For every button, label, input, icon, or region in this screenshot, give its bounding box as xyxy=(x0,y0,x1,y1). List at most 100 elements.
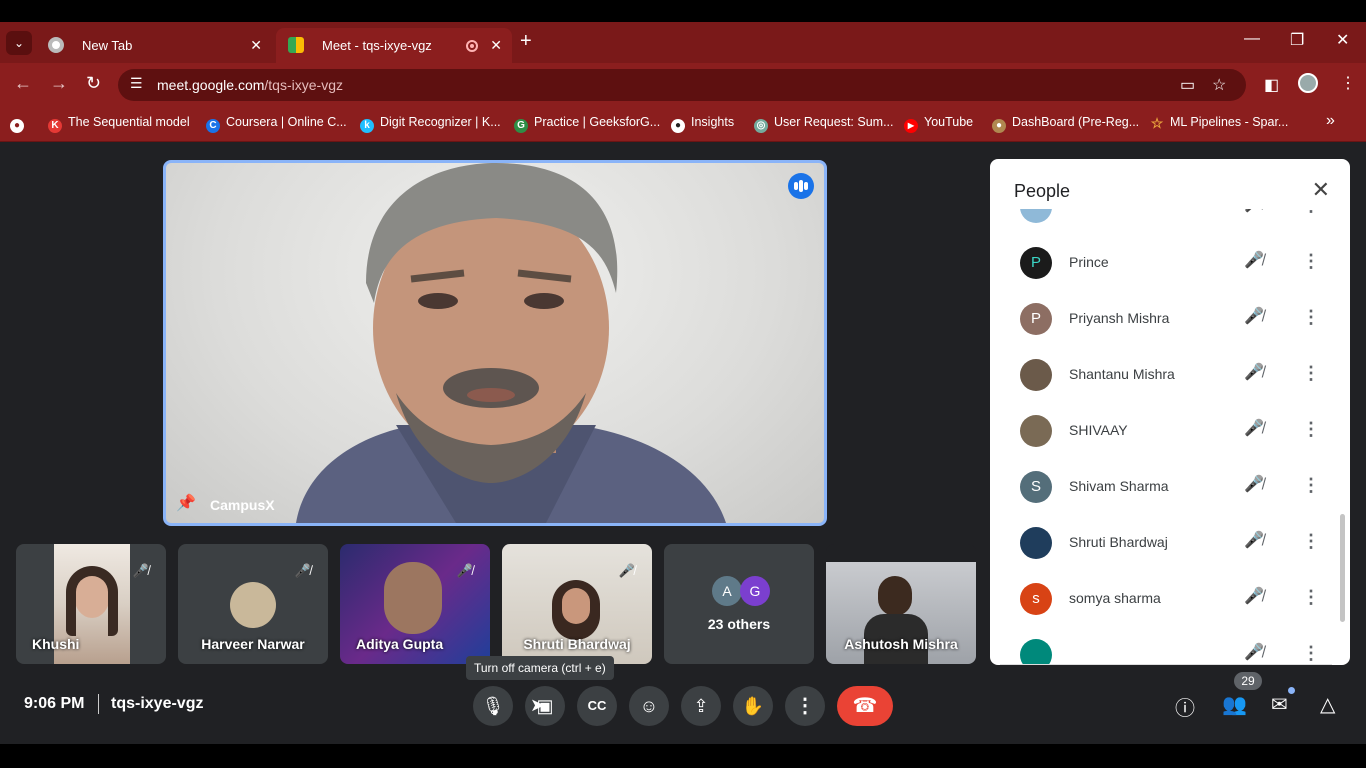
present-button[interactable]: ⇪ xyxy=(681,686,721,726)
bookmark-item[interactable]: ◎ User Request: Sum... xyxy=(754,115,894,133)
avatar xyxy=(1020,527,1052,559)
recording-indicator-icon xyxy=(466,40,478,52)
github-icon: ● xyxy=(671,119,685,133)
reload-button[interactable]: ↻ xyxy=(86,73,101,94)
participant-tile[interactable]: 🎤̸ Harveer Narwar xyxy=(178,544,328,664)
divider xyxy=(98,694,99,714)
list-item[interactable]: 🎤̸ ⋮ xyxy=(1000,627,1332,664)
bookmark-item[interactable]: ● Insights xyxy=(671,115,734,133)
mic-off-icon: 🎤̸ xyxy=(1244,532,1264,549)
bookmark-star-icon[interactable]: ☆ xyxy=(1212,75,1226,95)
list-item[interactable]: s somya sharma 🎤̸ ⋮ xyxy=(1000,571,1332,627)
tab-close-button[interactable]: ✕ xyxy=(490,28,502,63)
youtube-icon: ▶ xyxy=(904,119,918,133)
address-bar[interactable]: ☰ meet.google.com/tqs-ixye-vgz ▭ ☆ xyxy=(118,69,1246,101)
mic-off-icon: 🎤̸ xyxy=(1244,308,1264,325)
leave-call-button[interactable]: ☎ xyxy=(837,686,893,726)
more-options-icon[interactable]: ⋮ xyxy=(1302,587,1320,608)
others-tile[interactable]: A G 23 others xyxy=(664,544,814,664)
list-item[interactable]: S Shivam Sharma 🎤̸ ⋮ xyxy=(1000,459,1332,515)
avatar xyxy=(1020,639,1052,664)
list-item[interactable]: P Priyansh Mishra 🎤̸ ⋮ xyxy=(1000,291,1332,347)
more-options-button[interactable]: ⋮ xyxy=(785,686,825,726)
apps-icon[interactable]: ● xyxy=(10,115,30,133)
window-close-button[interactable]: ✕ xyxy=(1336,30,1349,50)
activities-button[interactable]: △ xyxy=(1320,692,1335,717)
mic-off-icon: 🎤̸ xyxy=(1244,644,1264,661)
browser-toolbar: ← → ↻ ☰ meet.google.com/tqs-ixye-vgz ▭ ☆… xyxy=(0,63,1366,107)
bookmark-item[interactable]: G Practice | GeeksforG... xyxy=(514,115,660,133)
reactions-button[interactable]: ☺ xyxy=(629,686,669,726)
chrome-icon xyxy=(48,37,64,53)
list-item[interactable]: Shruti Bhardwaj 🎤̸ ⋮ xyxy=(1000,515,1332,571)
tab-search-dropdown[interactable]: ⌄ xyxy=(6,31,32,55)
menu-kebab-icon[interactable]: ⋮ xyxy=(1340,73,1356,93)
participant-name: Shruti Bhardwaj xyxy=(523,636,631,652)
emoji-icon: ☺ xyxy=(639,696,659,716)
participant-name: Harveer Narwar xyxy=(201,636,305,652)
more-options-icon[interactable]: ⋮ xyxy=(1302,531,1320,552)
pin-icon[interactable]: 📌 xyxy=(176,493,196,513)
tab-meet[interactable]: Meet - tqs-ixye-vgz ✕ xyxy=(276,28,512,63)
mic-muted-icon: 🎤̸ xyxy=(294,563,312,578)
participant-tile[interactable]: 🎤̸ Khushi xyxy=(16,544,166,664)
camera-in-use-icon[interactable]: ▭ xyxy=(1180,75,1195,95)
list-item[interactable]: P Prince 🎤̸ ⋮ xyxy=(1000,235,1332,291)
more-options-icon[interactable]: ⋮ xyxy=(1302,643,1320,664)
mouse-cursor-icon: ➤ xyxy=(530,695,546,715)
list-item[interactable]: Shantanu Mishra 🎤̸ ⋮ xyxy=(1000,347,1332,403)
more-options-icon[interactable]: ⋮ xyxy=(1302,251,1320,272)
tab-new-tab[interactable]: New Tab ✕ xyxy=(36,28,272,63)
new-tab-button[interactable]: + xyxy=(520,30,532,53)
people-icon: 👥 xyxy=(1222,694,1247,716)
bookmark-item[interactable]: K The Sequential model xyxy=(48,115,190,133)
more-options-icon[interactable]: ⋮ xyxy=(1302,419,1320,440)
bookmarks-overflow-button[interactable]: » xyxy=(1326,112,1335,130)
close-icon[interactable]: ✕ xyxy=(1312,177,1330,203)
more-options-icon[interactable]: ⋮ xyxy=(1302,475,1320,496)
participant-tile[interactable]: Ashutosh Mishra xyxy=(826,544,976,664)
participant-list[interactable]: 🎤̸ ⋮ P Prince 🎤̸ ⋮ P Priyansh Mishra 🎤̸ … xyxy=(1000,209,1332,665)
raise-hand-button[interactable]: ✋ xyxy=(733,686,773,726)
profile-avatar[interactable] xyxy=(1298,73,1318,93)
more-options-icon[interactable]: ⋮ xyxy=(1302,363,1320,384)
more-options-icon[interactable]: ⋮ xyxy=(1302,209,1320,216)
info-icon: ⓘ xyxy=(1175,698,1195,720)
participant-name: Prince xyxy=(1069,254,1109,270)
restore-button[interactable]: ❐ xyxy=(1290,30,1304,50)
more-options-icon[interactable]: ⋮ xyxy=(1302,307,1320,328)
minimize-button[interactable]: — xyxy=(1244,30,1260,48)
tab-close-button[interactable]: ✕ xyxy=(250,28,262,63)
site-info-icon[interactable]: ☰ xyxy=(130,75,143,92)
bookmark-item[interactable]: C Coursera | Online C... xyxy=(206,115,347,133)
bookmark-item[interactable]: ☆ ML Pipelines - Spar... xyxy=(1150,115,1289,130)
bookmark-icon: ◎ xyxy=(754,119,768,133)
participant-tile[interactable]: 🎤̸ Shruti Bhardwaj xyxy=(502,544,652,664)
bookmark-icon: ● xyxy=(992,119,1006,133)
meeting-code: tqs-ixye-vgz xyxy=(111,695,204,712)
people-button[interactable]: 👥 xyxy=(1222,692,1247,717)
bookmark-item[interactable]: k Digit Recognizer | K... xyxy=(360,115,501,133)
chat-button[interactable]: ✉ xyxy=(1271,692,1288,717)
bookmark-item[interactable]: ▶ YouTube xyxy=(904,115,973,133)
forward-button[interactable]: → xyxy=(50,73,68,94)
mic-muted-icon: 🎤̸ xyxy=(456,563,474,578)
back-button[interactable]: ← xyxy=(14,73,32,94)
bookmark-item[interactable]: ● DashBoard (Pre-Reg... xyxy=(992,115,1139,133)
avatar xyxy=(1020,209,1052,223)
activities-icon: △ xyxy=(1320,694,1336,716)
side-panel-icon[interactable]: ◧ xyxy=(1264,75,1279,95)
avatar: P xyxy=(1020,303,1052,335)
participant-name: Shivam Sharma xyxy=(1069,478,1169,494)
mic-off-icon: 🎤̸ xyxy=(1244,252,1264,269)
microphone-button[interactable]: 🎙 xyxy=(473,686,513,726)
scrollbar[interactable] xyxy=(1340,514,1345,622)
list-item[interactable]: SHIVAAY 🎤̸ ⋮ xyxy=(1000,403,1332,459)
participant-tile[interactable]: 🎤̸ Aditya Gupta xyxy=(340,544,490,664)
browser-tab-strip: ⌄ New Tab ✕ Meet - tqs-ixye-vgz ✕ + — ❐ … xyxy=(0,22,1366,63)
main-speaker-video[interactable]: 📌 CampusX xyxy=(163,160,827,526)
avatar: P xyxy=(1020,247,1052,279)
captions-button[interactable]: CC xyxy=(577,686,617,726)
list-item[interactable]: 🎤̸ ⋮ xyxy=(1000,209,1332,235)
meeting-info-button[interactable]: ⓘ xyxy=(1175,692,1195,721)
